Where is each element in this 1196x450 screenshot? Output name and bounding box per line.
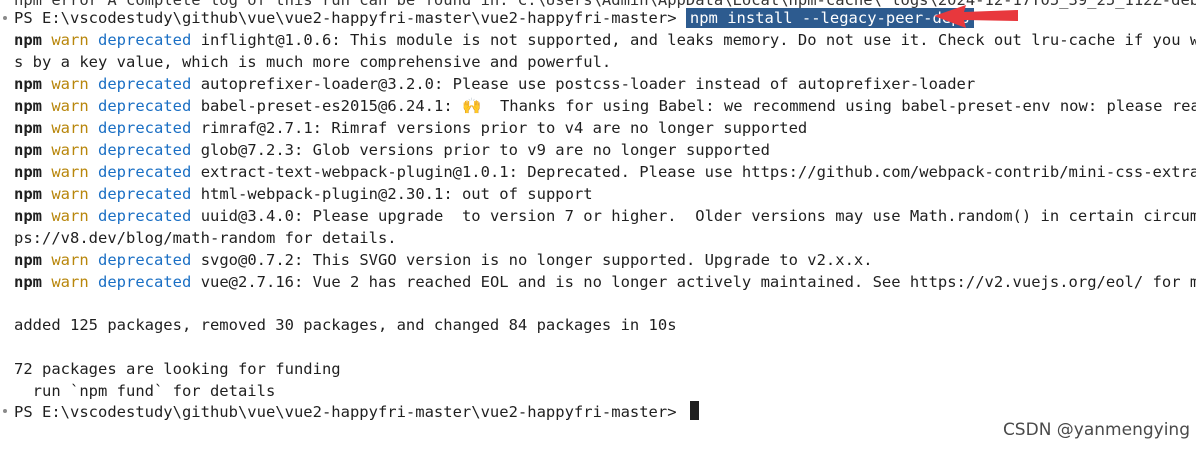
npm-tag: npm [14, 31, 42, 49]
warning-message: autoprefixer-loader@3.2.0: Please use po… [200, 75, 976, 93]
warning-message: rimraf@2.7.1: Rimraf versions prior to v… [200, 119, 808, 137]
deprecated-label: deprecated [98, 273, 192, 291]
warning-message: glob@7.2.3: Glob versions prior to v9 ar… [200, 141, 770, 159]
warn-level: warn [51, 163, 89, 181]
prompt-line-1: PS E:\vscodestudy\github\vue\vue2-happyf… [14, 7, 974, 29]
deprecated-label: deprecated [98, 207, 192, 225]
warn-level: warn [51, 273, 89, 291]
warning-line: npm warn deprecated html-webpack-plugin@… [14, 183, 593, 205]
warning-line: npm warn deprecated uuid@3.4.0: Please u… [14, 205, 1196, 227]
warn-level: warn [51, 75, 89, 93]
npm-tag: npm [14, 119, 42, 137]
warn-level: warn [51, 141, 89, 159]
funding-hint: run `npm fund` for details [14, 382, 276, 400]
warning-line: npm warn deprecated inflight@1.0.6: This… [14, 29, 1196, 51]
warning-line: npm warn deprecated glob@7.2.3: Glob ver… [14, 139, 770, 161]
warning-message: html-webpack-plugin@2.30.1: out of suppo… [200, 185, 593, 203]
warning-message: vue@2.7.16: Vue 2 has reached EOL and is… [200, 273, 1196, 291]
wrapped-continuation: ps://v8.dev/blog/math-random for details… [14, 229, 397, 247]
deprecated-label: deprecated [98, 119, 192, 137]
warn-level: warn [51, 31, 89, 49]
prompt-marker-icon [3, 16, 7, 20]
warning-line: npm warn deprecated babel-preset-es2015@… [14, 95, 1196, 117]
npm-tag: npm [14, 273, 42, 291]
warn-level: warn [51, 251, 89, 269]
npm-tag: npm [14, 207, 42, 225]
npm-tag: npm [14, 185, 42, 203]
prompt-path: PS E:\vscodestudy\github\vue\vue2-happyf… [14, 403, 686, 421]
warning-message: babel-preset-es2015@6.24.1: 🙌 Thanks for… [200, 97, 1196, 115]
deprecated-label: deprecated [98, 141, 192, 159]
warn-level: warn [51, 185, 89, 203]
npm-tag: npm [14, 141, 42, 159]
red-arrow-icon [934, 5, 1018, 28]
npm-tag: npm [14, 97, 42, 115]
npm-tag: npm [14, 163, 42, 181]
warning-message: inflight@1.0.6: This module is not suppo… [200, 31, 1196, 49]
deprecated-label: deprecated [98, 97, 192, 115]
text-cursor [689, 401, 699, 420]
warn-level: warn [51, 207, 89, 225]
deprecated-label: deprecated [98, 185, 192, 203]
warn-level: warn [51, 119, 89, 137]
npm-tag: npm [14, 75, 42, 93]
warning-line: npm warn deprecated rimraf@2.7.1: Rimraf… [14, 117, 807, 139]
funding-notice: 72 packages are looking for funding [14, 360, 341, 378]
deprecated-label: deprecated [98, 31, 192, 49]
deprecated-label: deprecated [98, 75, 192, 93]
warning-line: npm warn deprecated autoprefixer-loader@… [14, 73, 975, 95]
terminal-output[interactable]: npm error A complete log of this run can… [0, 0, 1196, 450]
prompt-line-2[interactable]: PS E:\vscodestudy\github\vue\vue2-happyf… [14, 401, 699, 423]
watermark: CSDN @yanmengying [1002, 420, 1190, 440]
warn-level: warn [51, 97, 89, 115]
wrapped-continuation: s by a key value, which is much more com… [14, 53, 612, 71]
warning-message: uuid@3.4.0: Please upgrade to version 7 … [200, 207, 1196, 225]
prompt-marker-icon [3, 409, 7, 413]
install-summary: added 125 packages, removed 30 packages,… [14, 316, 677, 334]
deprecated-label: deprecated [98, 163, 192, 181]
warning-line: npm warn deprecated svgo@0.7.2: This SVG… [14, 249, 873, 271]
warning-line: npm warn deprecated vue@2.7.16: Vue 2 ha… [14, 271, 1196, 293]
warning-message: extract-text-webpack-plugin@1.0.1: Depre… [200, 163, 1196, 181]
npm-tag: npm [14, 251, 42, 269]
warning-message: svgo@0.7.2: This SVGO version is no long… [200, 251, 873, 269]
deprecated-label: deprecated [98, 251, 192, 269]
warning-line: npm warn deprecated extract-text-webpack… [14, 161, 1196, 183]
prompt-path: PS E:\vscodestudy\github\vue\vue2-happyf… [14, 9, 686, 27]
